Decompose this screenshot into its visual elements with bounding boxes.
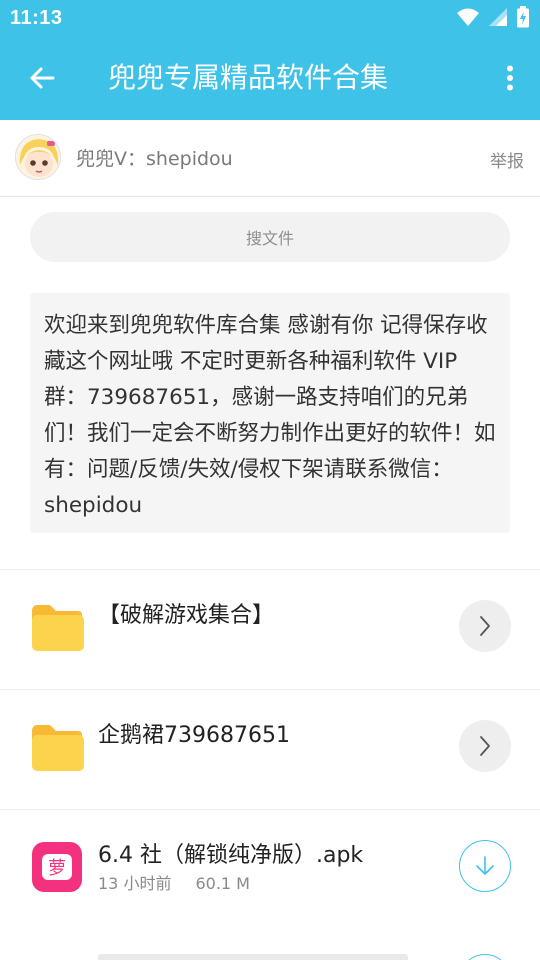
download-button-partial[interactable] — [459, 954, 511, 960]
file-meta: 13 小时前 60.1 M — [98, 870, 274, 894]
chevron-right-icon — [480, 616, 490, 636]
owner-row: 兜兜V：shepidou 举报 — [0, 120, 540, 197]
partial-title-placeholder — [98, 954, 408, 960]
battery-icon — [517, 6, 529, 28]
status-time: 11:13 — [10, 7, 63, 29]
file-title: 企鹅裙739687651 — [98, 723, 290, 748]
folder-icon — [32, 605, 84, 651]
app-bar: 兜兜专属精品软件合集 — [0, 36, 540, 120]
avatar[interactable] — [15, 134, 61, 180]
status-bar: 11:13 — [0, 0, 540, 36]
back-button[interactable] — [20, 58, 64, 98]
more-options-button[interactable] — [498, 58, 522, 98]
list-item[interactable]: 【破解游戏集合】 — [0, 570, 540, 690]
avatar-image — [16, 135, 60, 179]
chevron-right-icon — [480, 736, 490, 756]
owner-name[interactable]: 兜兜V：shepidou — [76, 144, 233, 171]
app-logo-glyph: 萝 — [48, 858, 66, 879]
wifi-icon — [457, 8, 479, 26]
file-time: 13 小时前 — [98, 874, 172, 893]
list-item-partial[interactable] — [0, 930, 540, 960]
download-icon — [476, 856, 494, 875]
folder-icon — [32, 725, 84, 771]
app-icon: 萝 — [32, 842, 82, 892]
list-item[interactable]: 萝 6.4 社（解锁纯净版）.apk 13 小时前 60.1 M — [0, 810, 540, 930]
search-input[interactable]: 搜文件 — [30, 212, 510, 262]
open-folder-button[interactable] — [459, 600, 511, 652]
status-icons — [456, 6, 530, 28]
page-title: 兜兜专属精品软件合集 — [108, 61, 389, 94]
app-logo: 萝 — [42, 854, 72, 880]
list-item[interactable]: 企鹅裙739687651 — [0, 690, 540, 810]
open-folder-button[interactable] — [459, 720, 511, 772]
signal-icon — [489, 8, 507, 26]
file-title: 【破解游戏集合】 — [98, 603, 275, 628]
description-notice: 欢迎来到兜兜软件库合集 感谢有你 记得保存收藏这个网址哦 不定时更新各种福利软件… — [30, 293, 510, 533]
file-size: 60.1 M — [195, 874, 250, 893]
search-placeholder: 搜文件 — [245, 229, 294, 248]
report-button[interactable]: 举报 — [490, 147, 524, 172]
more-vert-icon — [507, 65, 513, 91]
file-title: 6.4 社（解锁纯净版）.apk — [98, 843, 364, 868]
arrow-left-icon — [30, 67, 55, 89]
download-button[interactable] — [459, 840, 511, 892]
